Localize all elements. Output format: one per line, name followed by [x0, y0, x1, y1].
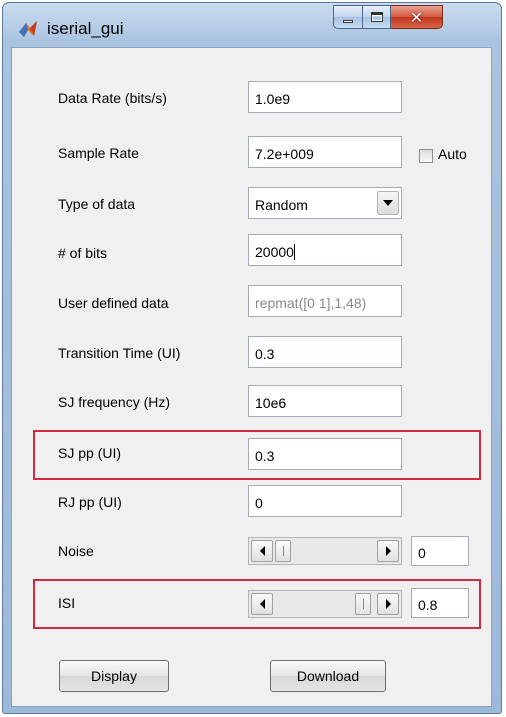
download-button[interactable]: Download	[270, 660, 386, 692]
isi-value-input[interactable]: 0.8	[411, 588, 469, 618]
rj-pp-input[interactable]: 0	[248, 485, 402, 517]
isi-decrease-button[interactable]	[251, 593, 273, 615]
data-type-label: Type of data	[58, 196, 136, 212]
transition-time-label: Transition Time (UI)	[58, 345, 181, 361]
data-type-dropdown[interactable]: Random	[248, 187, 402, 219]
close-button[interactable]: ✕	[391, 5, 443, 29]
noise-label: Noise	[58, 543, 94, 559]
isi-slider[interactable]	[248, 590, 402, 618]
auto-label: Auto	[438, 146, 467, 162]
isi-increase-button[interactable]	[377, 593, 399, 615]
noise-value-input[interactable]: 0	[411, 536, 469, 566]
chevron-down-icon	[383, 200, 393, 206]
minimize-button[interactable]	[333, 5, 363, 29]
arrow-left-icon	[259, 546, 265, 556]
sj-pp-label: SJ pp (UI)	[58, 445, 122, 461]
minimize-icon	[343, 20, 353, 23]
noise-decrease-button[interactable]	[251, 540, 273, 562]
display-button[interactable]: Display	[59, 660, 169, 692]
auto-checkbox[interactable]	[419, 149, 433, 163]
user-data-label: User defined data	[58, 295, 169, 311]
matlab-icon	[19, 21, 37, 37]
sj-frequency-label: SJ frequency (Hz)	[58, 394, 171, 410]
arrow-left-icon	[259, 599, 265, 609]
num-bits-value: 20000	[255, 244, 294, 260]
sj-pp-input[interactable]: 0.3	[248, 438, 402, 470]
noise-slider-thumb[interactable]	[275, 540, 291, 562]
num-bits-label: # of bits	[58, 245, 108, 261]
data-type-value: Random	[255, 197, 308, 213]
sj-frequency-input[interactable]: 10e6	[248, 385, 402, 417]
isi-label: ISI	[58, 595, 76, 611]
data-rate-input[interactable]: 1.0e9	[248, 81, 402, 113]
dropdown-arrow-button[interactable]	[377, 191, 399, 215]
arrow-right-icon	[385, 599, 391, 609]
transition-time-input[interactable]: 0.3	[248, 336, 402, 368]
text-cursor	[293, 244, 295, 260]
num-bits-input[interactable]: 20000	[248, 234, 402, 266]
form-panel: Data Rate (bits/s) 1.0e9 Sample Rate 7.2…	[11, 47, 492, 707]
isi-slider-thumb[interactable]	[355, 593, 371, 615]
app-window: iserial_gui ✕ Data Rate (bits/s) 1.0e9 S…	[2, 2, 502, 714]
window-title: iserial_gui	[47, 19, 124, 38]
grip-icon	[363, 599, 364, 609]
noise-increase-button[interactable]	[377, 540, 399, 562]
close-icon: ✕	[409, 7, 424, 27]
grip-icon	[283, 546, 284, 556]
maximize-icon	[370, 12, 383, 22]
title-bar[interactable]: iserial_gui ✕	[3, 3, 501, 47]
sample-rate-input[interactable]: 7.2e+009	[248, 136, 402, 168]
maximize-button[interactable]	[363, 5, 391, 29]
arrow-right-icon	[385, 546, 391, 556]
sample-rate-label: Sample Rate	[58, 145, 139, 161]
rj-pp-label: RJ pp (UI)	[58, 494, 122, 510]
noise-slider[interactable]	[248, 537, 402, 565]
user-data-input: repmat([0 1],1,48)	[248, 285, 402, 317]
data-rate-label: Data Rate (bits/s)	[58, 90, 167, 106]
